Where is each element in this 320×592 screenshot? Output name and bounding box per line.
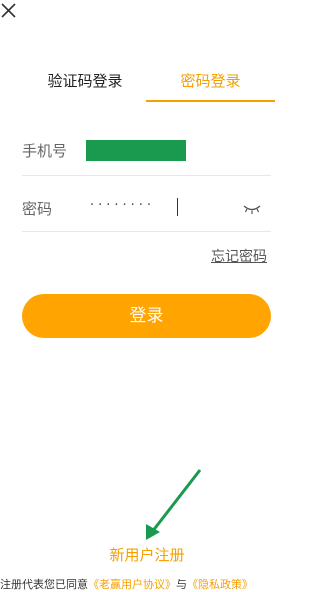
- agreement-prefix: 注册代表您已同意: [0, 578, 88, 591]
- tab-sms-login[interactable]: 验证码登录: [26, 66, 144, 102]
- annotation-arrow-icon: [146, 469, 202, 540]
- phone-label: 手机号: [22, 142, 68, 160]
- text-caret: [177, 198, 178, 216]
- toggle-password-visibility-button[interactable]: [243, 200, 261, 214]
- divider: [22, 175, 271, 176]
- password-field[interactable]: ········: [90, 198, 155, 213]
- phone-field[interactable]: [86, 140, 186, 161]
- close-button[interactable]: [0, 2, 18, 20]
- register-link[interactable]: 新用户注册: [0, 544, 294, 565]
- agreement-text: 注册代表您已同意《老赢用户协议》与《隐私政策》: [0, 576, 294, 592]
- close-icon: [1, 3, 16, 18]
- agreement-middle: 与: [176, 578, 187, 591]
- user-agreement-link[interactable]: 《老赢用户协议》: [88, 578, 176, 591]
- login-button[interactable]: 登录: [22, 294, 271, 338]
- login-tabs: 验证码登录 密码登录: [0, 66, 294, 102]
- eye-closed-icon: [243, 205, 261, 214]
- tab-password-login[interactable]: 密码登录: [146, 66, 275, 102]
- active-tab-indicator: [146, 100, 275, 102]
- password-label: 密码: [22, 200, 53, 218]
- privacy-policy-link[interactable]: 《隐私政策》: [187, 578, 253, 591]
- divider: [22, 231, 271, 232]
- forgot-password-link[interactable]: 忘记密码: [211, 246, 267, 266]
